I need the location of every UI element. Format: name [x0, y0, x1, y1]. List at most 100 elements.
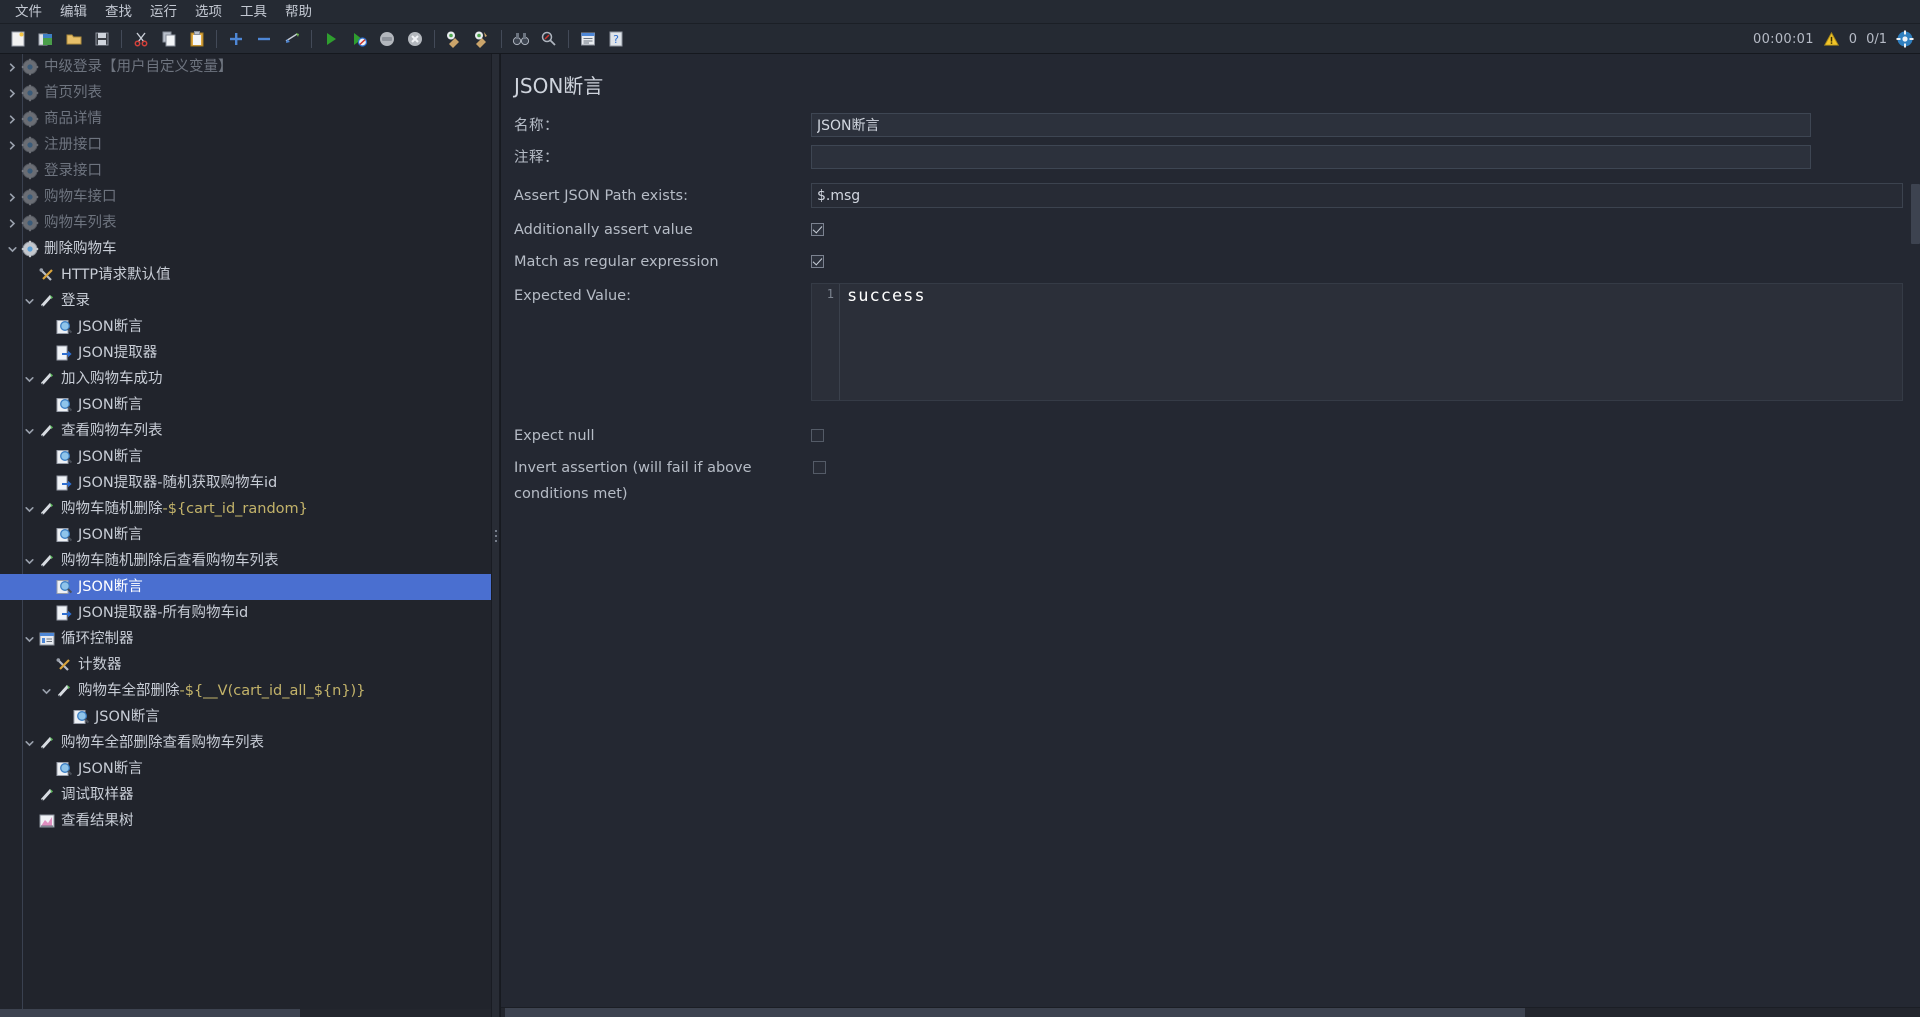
tree-node[interactable]: JSON断言: [0, 756, 491, 782]
chevron-down-icon[interactable]: [21, 730, 37, 756]
start-no-pauses-button[interactable]: [347, 27, 371, 51]
chevron-right-icon[interactable]: [4, 210, 20, 236]
tree-node[interactable]: 购物车全部删除-${__V(cart_id_all_${n})}: [0, 678, 491, 704]
menu-tools[interactable]: 工具: [231, 1, 276, 23]
connect-remote-icon[interactable]: [1896, 30, 1914, 48]
gear-icon: [21, 188, 39, 206]
tree-node[interactable]: 查看购物车列表: [0, 418, 491, 444]
tree-node[interactable]: HTTP请求默认值: [0, 262, 491, 288]
additionally-assert-checkbox[interactable]: [811, 223, 824, 236]
toolbar-separator: [501, 29, 502, 48]
invert-assertion-checkbox[interactable]: [813, 461, 826, 474]
chevron-down-icon[interactable]: [4, 236, 20, 262]
tree-node[interactable]: 购物车列表: [0, 210, 491, 236]
tree-node-label: JSON提取器-随机获取购物车id: [78, 475, 278, 491]
tree-node-label: JSON断言: [78, 579, 143, 595]
gear-icon: [21, 214, 39, 232]
gear-icon: [21, 84, 39, 102]
tree-node[interactable]: 删除购物车: [0, 236, 491, 262]
chevron-down-icon[interactable]: [21, 548, 37, 574]
expected-value-text[interactable]: success: [840, 284, 1902, 400]
tree-node[interactable]: 计数器: [0, 652, 491, 678]
menu-help[interactable]: 帮助: [276, 1, 321, 23]
clear-all-button[interactable]: [470, 27, 494, 51]
comment-input[interactable]: [811, 145, 1811, 169]
tree-node[interactable]: 购物车全部删除查看购物车列表: [0, 730, 491, 756]
toggle-button[interactable]: [280, 27, 304, 51]
expand-all-plus-icon: [230, 32, 242, 45]
search-button[interactable]: [509, 27, 533, 51]
save-button[interactable]: [90, 27, 114, 51]
menu-run[interactable]: 运行: [141, 1, 186, 23]
tree-node[interactable]: 登录: [0, 288, 491, 314]
test-plan-tree[interactable]: 中级登录【用户自定义变量】首页列表 商品详情 注册接口 登录接口 购物车接口 购物车列表删…: [0, 54, 491, 1017]
tree-horizontal-scrollbar[interactable]: [0, 1009, 491, 1017]
jsonpath-input[interactable]: [811, 183, 1903, 208]
chevron-down-icon[interactable]: [21, 626, 37, 652]
splitter-grip-icon: [494, 529, 497, 542]
panel-splitter[interactable]: [491, 54, 500, 1017]
new-button[interactable]: [6, 27, 30, 51]
tree-node[interactable]: 循环控制器: [0, 626, 491, 652]
menu-file[interactable]: 文件: [6, 1, 51, 23]
chevron-down-icon[interactable]: [21, 366, 37, 392]
chevron-down-icon[interactable]: [21, 418, 37, 444]
stop-button[interactable]: [375, 27, 399, 51]
shutdown-button[interactable]: [403, 27, 427, 51]
chevron-right-icon[interactable]: [4, 184, 20, 210]
tree-node[interactable]: JSON提取器-所有购物车id: [0, 600, 491, 626]
paste-button[interactable]: [185, 27, 209, 51]
tree-node[interactable]: JSON提取器-随机获取购物车id: [0, 470, 491, 496]
copy-button[interactable]: [157, 27, 181, 51]
chevron-right-icon[interactable]: [4, 80, 20, 106]
chevron-right-icon[interactable]: [4, 106, 20, 132]
expect-null-checkbox[interactable]: [811, 429, 824, 442]
menu-edit[interactable]: 编辑: [51, 1, 96, 23]
chevron-down-icon[interactable]: [21, 496, 37, 522]
chevron-right-icon[interactable]: [4, 132, 20, 158]
tree-node[interactable]: JSON断言: [0, 704, 491, 730]
toolbar: ? 00:00:01 0 0/1: [0, 24, 1920, 54]
tree-node[interactable]: JSON提取器: [0, 340, 491, 366]
tree-node[interactable]: 查看结果树: [0, 808, 491, 834]
tree-node[interactable]: 商品详情: [0, 106, 491, 132]
expected-value-editor[interactable]: 1 success: [811, 283, 1903, 401]
tree-node[interactable]: JSON断言: [0, 522, 491, 548]
menu-search[interactable]: 查找: [96, 1, 141, 23]
tree-node[interactable]: 登录接口: [0, 158, 491, 184]
assertion-magnifier-icon: [56, 762, 73, 776]
tree-node[interactable]: 中级登录【用户自定义变量】: [0, 54, 491, 80]
expand-all-button[interactable]: [224, 27, 248, 51]
tree-node[interactable]: JSON断言: [0, 444, 491, 470]
tree-node[interactable]: 购物车随机删除-${cart_id_random}: [0, 496, 491, 522]
tree-node[interactable]: 调试取样器: [0, 782, 491, 808]
tree-node[interactable]: JSON断言: [0, 574, 491, 600]
open-button[interactable]: [62, 27, 86, 51]
chevron-down-icon[interactable]: [21, 288, 37, 314]
clear-button[interactable]: [442, 27, 466, 51]
menu-options[interactable]: 选项: [186, 1, 231, 23]
search-reset-button[interactable]: [537, 27, 561, 51]
templates-button[interactable]: [34, 27, 58, 51]
tree-node[interactable]: 加入购物车成功: [0, 366, 491, 392]
cut-button[interactable]: [129, 27, 153, 51]
chevron-down-icon[interactable]: [38, 678, 54, 704]
tree-node-label: 中级登录【用户自定义变量】: [44, 59, 233, 75]
tree-node[interactable]: JSON断言: [0, 314, 491, 340]
panel-horizontal-scrollbar[interactable]: [501, 1007, 1920, 1017]
tree-node[interactable]: 购物车接口: [0, 184, 491, 210]
start-button[interactable]: [319, 27, 343, 51]
name-input[interactable]: [811, 113, 1811, 137]
help-button[interactable]: ?: [604, 27, 628, 51]
chevron-right-icon[interactable]: [4, 54, 20, 80]
tree-node[interactable]: 首页列表: [0, 80, 491, 106]
regex-checkbox[interactable]: [811, 255, 824, 268]
tree-node[interactable]: JSON断言: [0, 392, 491, 418]
comment-label: 注释：: [514, 150, 559, 166]
panel-vertical-scrollbar[interactable]: [1911, 184, 1920, 244]
collapse-all-button[interactable]: [252, 27, 276, 51]
tree-node[interactable]: 购物车随机删除后查看购物车列表: [0, 548, 491, 574]
tree-node[interactable]: 注册接口: [0, 132, 491, 158]
function-helper-button[interactable]: [576, 27, 600, 51]
